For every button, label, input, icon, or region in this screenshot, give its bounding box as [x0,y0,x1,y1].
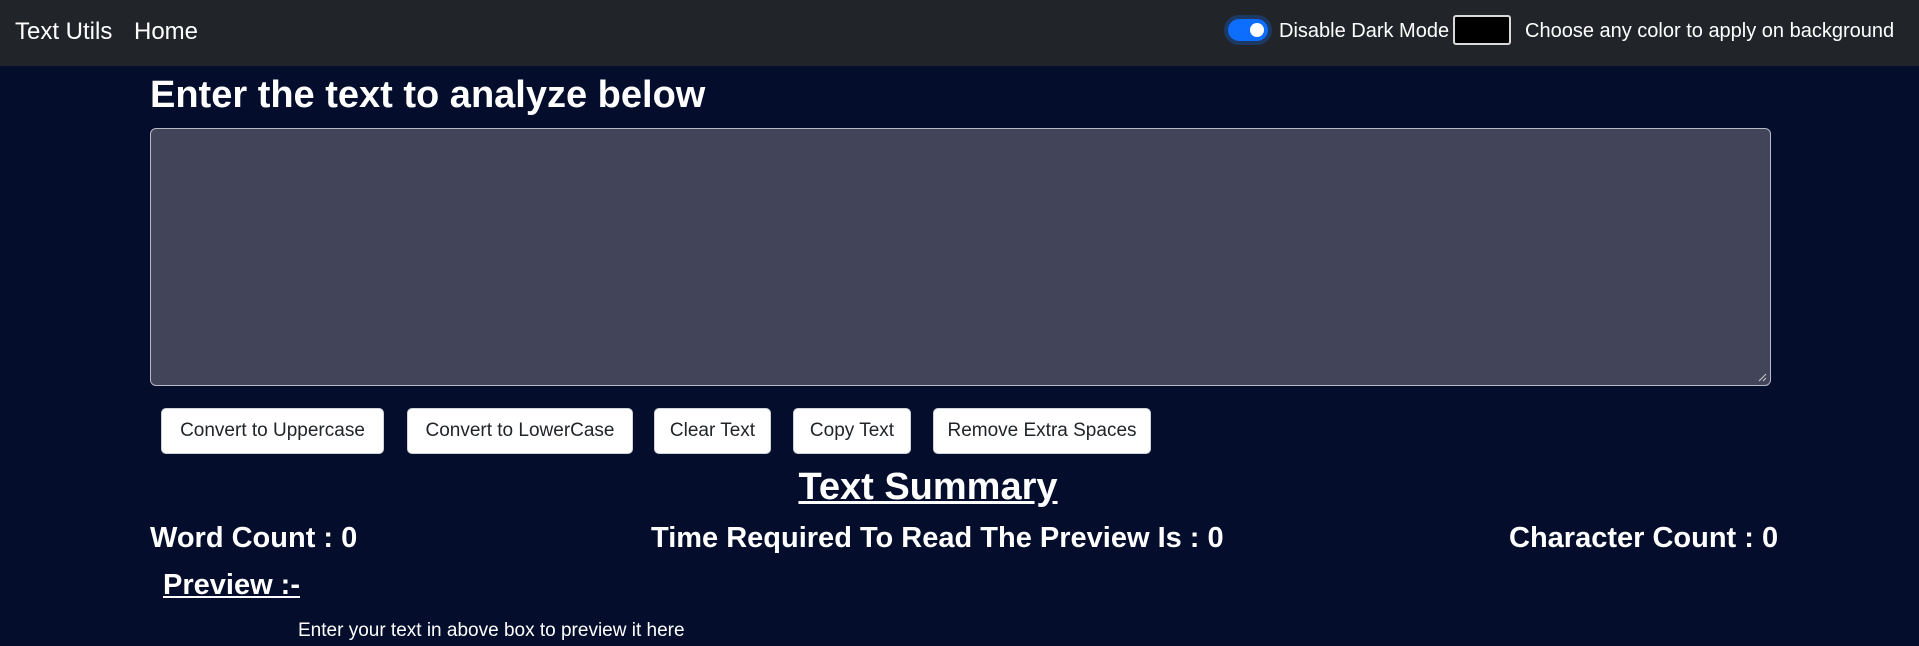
text-input-area[interactable] [150,128,1771,386]
navbar: Text Utils Home Disable Dark Mode Choose… [0,0,1919,66]
toggle-knob [1250,23,1264,37]
background-color-picker[interactable] [1453,15,1511,45]
copy-text-button[interactable]: Copy Text [793,408,911,454]
dark-mode-toggle[interactable] [1228,19,1268,41]
word-count: Word Count : 0 [150,522,358,554]
clear-text-button[interactable]: Clear Text [654,408,771,454]
remove-extra-spaces-button[interactable]: Remove Extra Spaces [933,408,1151,454]
read-time: Time Required To Read The Preview Is : 0 [651,522,1224,554]
preview-text: Enter your text in above box to preview … [298,620,685,641]
page-title: Enter the text to analyze below [150,74,706,116]
nav-link-home[interactable]: Home [134,18,198,46]
preview-title: Preview :- [163,569,300,601]
character-count: Character Count : 0 [1509,522,1779,554]
convert-lowercase-button[interactable]: Convert to LowerCase [407,408,633,454]
resize-handle-icon[interactable] [1757,372,1767,382]
text-summary-title: Text Summary [798,466,1058,508]
dark-mode-label: Disable Dark Mode [1279,20,1450,42]
convert-uppercase-button[interactable]: Convert to Uppercase [161,408,384,454]
background-color-label: Choose any color to apply on background [1525,20,1895,42]
navbar-brand[interactable]: Text Utils [15,18,112,46]
